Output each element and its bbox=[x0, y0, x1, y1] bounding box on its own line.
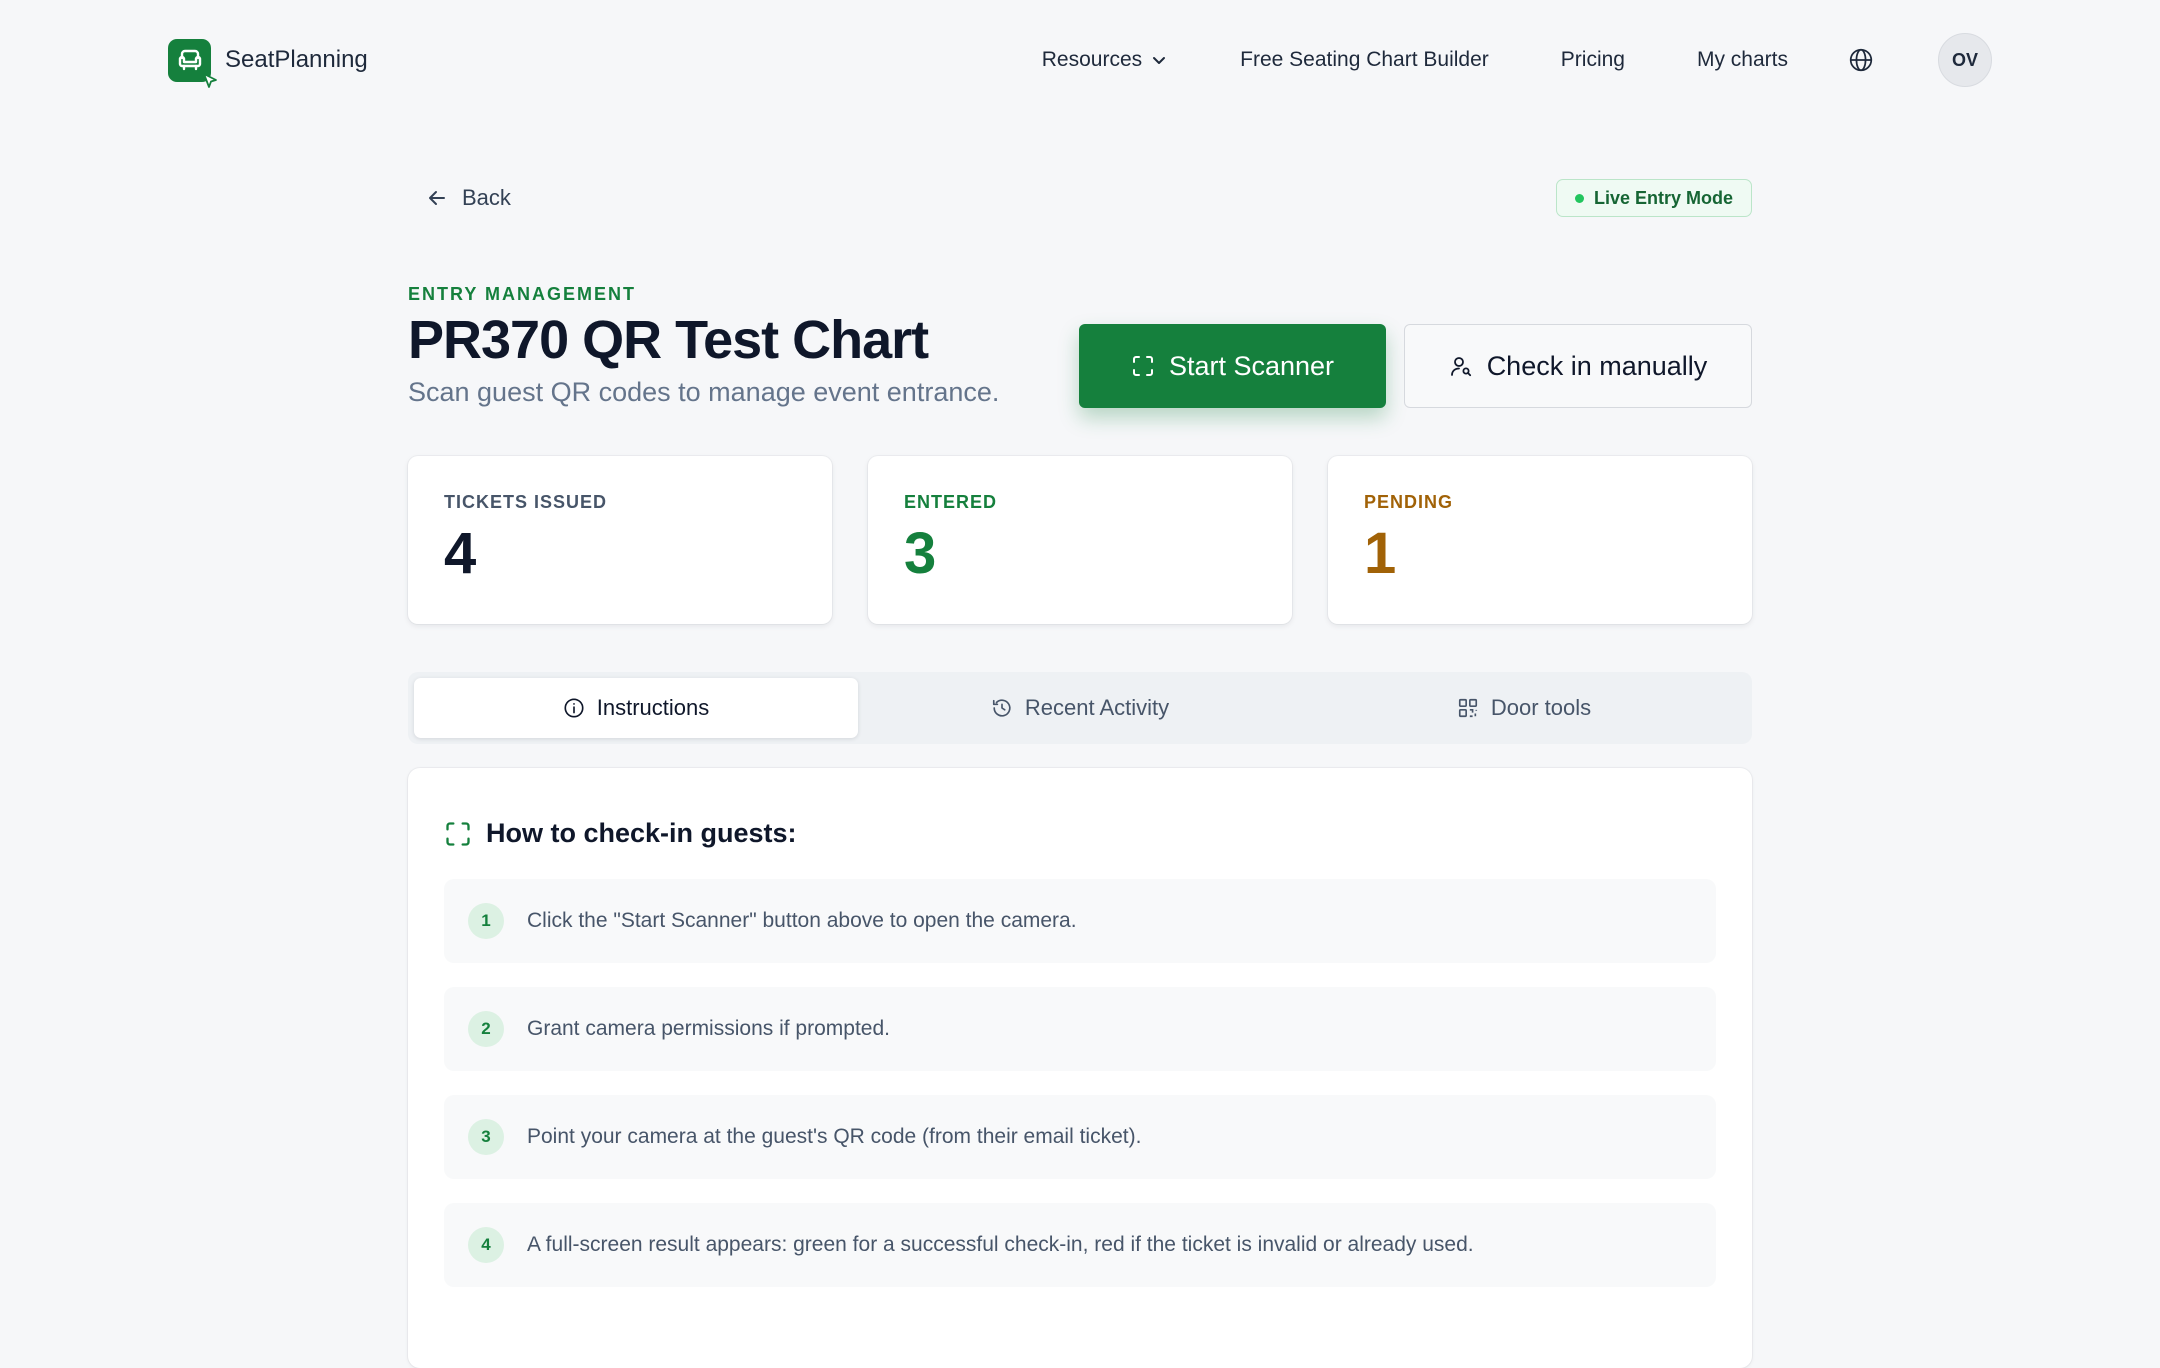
instruction-step: 2 Grant camera permissions if prompted. bbox=[444, 987, 1716, 1071]
tab-recent-activity[interactable]: Recent Activity bbox=[858, 678, 1302, 738]
info-icon bbox=[564, 698, 584, 718]
nav-pricing[interactable]: Pricing bbox=[1561, 48, 1625, 72]
cursor-icon bbox=[203, 72, 217, 88]
stat-value: 3 bbox=[904, 521, 937, 586]
live-status-dot bbox=[1574, 193, 1584, 203]
page-eyebrow: ENTRY MANAGEMENT bbox=[408, 284, 637, 304]
step-number-badge: 1 bbox=[468, 903, 504, 939]
tab-label: Instructions bbox=[596, 695, 710, 720]
check-in-manually-label: Check in manually bbox=[1486, 350, 1708, 381]
start-scanner-label: Start Scanner bbox=[1168, 350, 1335, 381]
back-button[interactable]: Back bbox=[408, 185, 511, 211]
nav-resources-dropdown[interactable]: Resources bbox=[1042, 48, 1168, 72]
arrow-left-icon bbox=[429, 191, 445, 205]
instruction-step: 4 A full-screen result appears: green fo… bbox=[444, 1203, 1716, 1287]
chevron-down-icon bbox=[1153, 57, 1166, 64]
stat-label: PENDING bbox=[1364, 492, 1454, 512]
instructions-panel: How to check-in guests: 1 Click the "Sta… bbox=[408, 768, 1752, 1368]
tab-instructions[interactable]: Instructions bbox=[414, 678, 858, 738]
step-text: A full-screen result appears: green for … bbox=[527, 1233, 1474, 1256]
stat-label: TICKETS ISSUED bbox=[444, 492, 608, 512]
top-nav: SeatPlanning Resources Free Seating Char… bbox=[0, 0, 2160, 120]
stat-card-entered: ENTERED 3 bbox=[868, 456, 1292, 624]
stat-card-tickets-issued: TICKETS ISSUED 4 bbox=[408, 456, 832, 624]
instructions-title: How to check-in guests: bbox=[486, 818, 797, 848]
brand-logo-link[interactable]: SeatPlanning bbox=[168, 38, 368, 88]
brand-name: SeatPlanning bbox=[225, 46, 368, 73]
page-title: PR370 QR Test Chart bbox=[408, 310, 929, 370]
stat-card-pending: PENDING 1 bbox=[1328, 456, 1752, 624]
stat-label: ENTERED bbox=[904, 492, 998, 512]
language-globe-icon[interactable] bbox=[1848, 47, 1874, 73]
step-text: Grant camera permissions if prompted. bbox=[527, 1017, 890, 1040]
stat-value: 1 bbox=[1364, 521, 1397, 586]
live-entry-mode-badge: Live Entry Mode bbox=[1555, 179, 1752, 217]
start-scanner-button[interactable]: Start Scanner bbox=[1079, 324, 1386, 408]
scan-icon bbox=[446, 821, 470, 846]
history-icon bbox=[992, 699, 1011, 717]
step-number-badge: 3 bbox=[468, 1119, 504, 1155]
nav-resources-label: Resources bbox=[1041, 48, 1143, 71]
tab-label: Door tools bbox=[1490, 695, 1592, 720]
step-number-badge: 2 bbox=[468, 1011, 504, 1047]
step-text: Click the "Start Scanner" button above t… bbox=[527, 909, 1077, 932]
instruction-step: 1 Click the "Start Scanner" button above… bbox=[444, 879, 1716, 963]
main-content: Back Live Entry Mode ENTRY MANAGEMENT PR… bbox=[408, 170, 1752, 1368]
qr-code-icon bbox=[1458, 698, 1477, 718]
user-search-icon bbox=[1450, 357, 1471, 377]
tab-label: Recent Activity bbox=[1024, 695, 1170, 720]
instruction-steps: 1 Click the "Start Scanner" button above… bbox=[444, 879, 1716, 1287]
seat-logo-icon bbox=[168, 38, 217, 88]
step-number-badge: 4 bbox=[468, 1227, 504, 1263]
step-text: Point your camera at the guest's QR code… bbox=[527, 1125, 1142, 1148]
nav-free-seating-chart-builder[interactable]: Free Seating Chart Builder bbox=[1240, 48, 1489, 72]
live-badge-label: Live Entry Mode bbox=[1593, 187, 1733, 208]
stats-row: TICKETS ISSUED 4 ENTERED 3 PENDING 1 bbox=[408, 456, 1752, 624]
page-subtitle: Scan guest QR codes to manage event entr… bbox=[408, 377, 1000, 407]
back-label: Back bbox=[462, 185, 511, 210]
user-avatar[interactable]: OV bbox=[1938, 33, 1992, 87]
nav-my-charts[interactable]: My charts bbox=[1697, 48, 1788, 72]
stat-value: 4 bbox=[444, 521, 477, 586]
scan-icon bbox=[1132, 356, 1153, 376]
instruction-step: 3 Point your camera at the guest's QR co… bbox=[444, 1095, 1716, 1179]
check-in-manually-button[interactable]: Check in manually bbox=[1404, 324, 1752, 408]
tab-bar: Instructions Recent Activity Door tools bbox=[408, 672, 1752, 744]
tab-door-tools[interactable]: Door tools bbox=[1302, 678, 1746, 738]
